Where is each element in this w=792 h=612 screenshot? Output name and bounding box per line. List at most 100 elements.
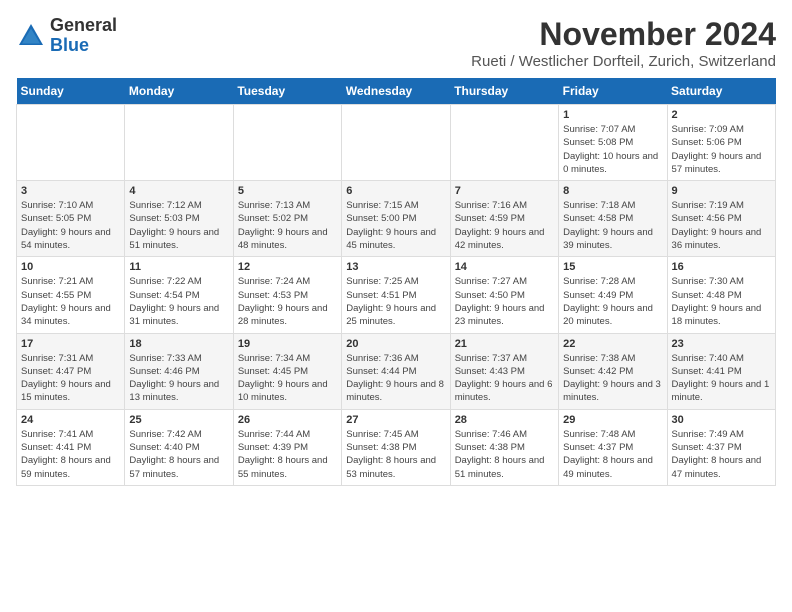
day-info: Sunrise: 7:44 AM Sunset: 4:39 PM Dayligh…	[238, 428, 337, 481]
calendar-cell: 4 Sunrise: 7:12 AM Sunset: 5:03 PM Daylig…	[125, 181, 233, 257]
day-number: 30	[672, 414, 771, 426]
calendar-cell: 3Sunrise: 7:10 AM Sunset: 5:05 PM Daylig…	[17, 181, 125, 257]
day-info: Sunrise: 7:13 AM Sunset: 5:02 PM Dayligh…	[238, 199, 337, 252]
calendar-cell: 1Sunrise: 7:07 AM Sunset: 5:08 PM Daylig…	[559, 105, 667, 181]
calendar-cell: 10 Sunrise: 7:21 AM Sunset: 4:55 PM Dayli…	[17, 257, 125, 333]
calendar-cell: 5 Sunrise: 7:13 AM Sunset: 5:02 PM Daylig…	[233, 181, 341, 257]
day-number: 1	[563, 109, 662, 121]
calendar-cell: 22 Sunrise: 7:38 AM Sunset: 4:42 PM Dayli…	[559, 333, 667, 409]
day-number: 21	[455, 338, 554, 350]
day-number: 28	[455, 414, 554, 426]
day-info: Sunrise: 7:21 AM Sunset: 4:55 PM Dayligh…	[21, 275, 120, 328]
day-number: 10	[21, 261, 120, 273]
day-number: 4	[129, 185, 228, 197]
calendar-cell: 14Sunrise: 7:27 AM Sunset: 4:50 PM Dayli…	[450, 257, 558, 333]
calendar-cell	[450, 105, 558, 181]
logo-icon	[16, 21, 46, 51]
day-info: Sunrise: 7:38 AM Sunset: 4:42 PM Dayligh…	[563, 352, 662, 405]
day-info: Sunrise: 7:16 AM Sunset: 4:59 PM Dayligh…	[455, 199, 554, 252]
main-title: November 2024	[471, 16, 776, 53]
header: General Blue November 2024 Rueti / Westl…	[16, 16, 776, 70]
calendar-cell: 11 Sunrise: 7:22 AM Sunset: 4:54 PM Dayli…	[125, 257, 233, 333]
day-info: Sunrise: 7:22 AM Sunset: 4:54 PM Dayligh…	[129, 275, 228, 328]
day-number: 25	[129, 414, 228, 426]
calendar-cell: 8Sunrise: 7:18 AM Sunset: 4:58 PM Daylig…	[559, 181, 667, 257]
weekday-header-sunday: Sunday	[17, 78, 125, 105]
day-number: 18	[129, 338, 228, 350]
calendar-cell: 25Sunrise: 7:42 AM Sunset: 4:40 PM Dayli…	[125, 409, 233, 485]
calendar-cell: 17 Sunrise: 7:31 AM Sunset: 4:47 PM Dayli…	[17, 333, 125, 409]
calendar-cell: 20Sunrise: 7:36 AM Sunset: 4:44 PM Dayli…	[342, 333, 450, 409]
day-number: 15	[563, 261, 662, 273]
logo-text: General Blue	[50, 16, 117, 56]
weekday-header-row: SundayMondayTuesdayWednesdayThursdayFrid…	[17, 78, 776, 105]
day-number: 16	[672, 261, 771, 273]
day-info: Sunrise: 7:19 AM Sunset: 4:56 PM Dayligh…	[672, 199, 771, 252]
logo-blue: Blue	[50, 36, 117, 56]
day-info: Sunrise: 7:33 AM Sunset: 4:46 PM Dayligh…	[129, 352, 228, 405]
day-info: Sunrise: 7:15 AM Sunset: 5:00 PM Dayligh…	[346, 199, 445, 252]
day-number: 5	[238, 185, 337, 197]
calendar-cell: 29 Sunrise: 7:48 AM Sunset: 4:37 PM Dayli…	[559, 409, 667, 485]
calendar-cell: 9 Sunrise: 7:19 AM Sunset: 4:56 PM Daylig…	[667, 181, 775, 257]
calendar-cell: 27 Sunrise: 7:45 AM Sunset: 4:38 PM Dayli…	[342, 409, 450, 485]
day-info: Sunrise: 7:25 AM Sunset: 4:51 PM Dayligh…	[346, 275, 445, 328]
day-info: Sunrise: 7:24 AM Sunset: 4:53 PM Dayligh…	[238, 275, 337, 328]
calendar-cell	[233, 105, 341, 181]
day-info: Sunrise: 7:12 AM Sunset: 5:03 PM Dayligh…	[129, 199, 228, 252]
calendar-cell	[17, 105, 125, 181]
day-number: 6	[346, 185, 445, 197]
day-number: 3	[21, 185, 120, 197]
logo: General Blue	[16, 16, 117, 56]
weekday-header-friday: Friday	[559, 78, 667, 105]
calendar-cell: 16 Sunrise: 7:30 AM Sunset: 4:48 PM Dayli…	[667, 257, 775, 333]
day-info: Sunrise: 7:28 AM Sunset: 4:49 PM Dayligh…	[563, 275, 662, 328]
day-info: Sunrise: 7:41 AM Sunset: 4:41 PM Dayligh…	[21, 428, 120, 481]
calendar-cell	[342, 105, 450, 181]
calendar-cell: 6 Sunrise: 7:15 AM Sunset: 5:00 PM Daylig…	[342, 181, 450, 257]
logo-general: General	[50, 16, 117, 36]
day-info: Sunrise: 7:30 AM Sunset: 4:48 PM Dayligh…	[672, 275, 771, 328]
weekday-header-monday: Monday	[125, 78, 233, 105]
day-number: 27	[346, 414, 445, 426]
weekday-header-saturday: Saturday	[667, 78, 775, 105]
weekday-header-thursday: Thursday	[450, 78, 558, 105]
calendar-cell: 18 Sunrise: 7:33 AM Sunset: 4:46 PM Dayli…	[125, 333, 233, 409]
day-info: Sunrise: 7:27 AM Sunset: 4:50 PM Dayligh…	[455, 275, 554, 328]
calendar-cell: 2Sunrise: 7:09 AM Sunset: 5:06 PM Daylig…	[667, 105, 775, 181]
day-number: 17	[21, 338, 120, 350]
calendar-cell: 19 Sunrise: 7:34 AM Sunset: 4:45 PM Dayli…	[233, 333, 341, 409]
day-info: Sunrise: 7:45 AM Sunset: 4:38 PM Dayligh…	[346, 428, 445, 481]
weekday-header-tuesday: Tuesday	[233, 78, 341, 105]
day-info: Sunrise: 7:31 AM Sunset: 4:47 PM Dayligh…	[21, 352, 120, 405]
day-number: 11	[129, 261, 228, 273]
weekday-header-wednesday: Wednesday	[342, 78, 450, 105]
day-number: 9	[672, 185, 771, 197]
calendar-cell: 23 Sunrise: 7:40 AM Sunset: 4:41 PM Dayli…	[667, 333, 775, 409]
calendar-week-5: 24 Sunrise: 7:41 AM Sunset: 4:41 PM Dayli…	[17, 409, 776, 485]
title-area: November 2024 Rueti / Westlicher Dorftei…	[471, 16, 776, 70]
calendar-week-2: 3Sunrise: 7:10 AM Sunset: 5:05 PM Daylig…	[17, 181, 776, 257]
day-number: 19	[238, 338, 337, 350]
day-info: Sunrise: 7:09 AM Sunset: 5:06 PM Dayligh…	[672, 123, 771, 176]
calendar-week-4: 17 Sunrise: 7:31 AM Sunset: 4:47 PM Dayli…	[17, 333, 776, 409]
day-number: 12	[238, 261, 337, 273]
day-number: 29	[563, 414, 662, 426]
day-info: Sunrise: 7:40 AM Sunset: 4:41 PM Dayligh…	[672, 352, 771, 405]
day-number: 22	[563, 338, 662, 350]
day-info: Sunrise: 7:46 AM Sunset: 4:38 PM Dayligh…	[455, 428, 554, 481]
day-info: Sunrise: 7:34 AM Sunset: 4:45 PM Dayligh…	[238, 352, 337, 405]
calendar-cell: 24 Sunrise: 7:41 AM Sunset: 4:41 PM Dayli…	[17, 409, 125, 485]
calendar-week-1: 1Sunrise: 7:07 AM Sunset: 5:08 PM Daylig…	[17, 105, 776, 181]
day-number: 24	[21, 414, 120, 426]
day-number: 20	[346, 338, 445, 350]
day-info: Sunrise: 7:48 AM Sunset: 4:37 PM Dayligh…	[563, 428, 662, 481]
day-info: Sunrise: 7:18 AM Sunset: 4:58 PM Dayligh…	[563, 199, 662, 252]
calendar-cell: 28 Sunrise: 7:46 AM Sunset: 4:38 PM Dayli…	[450, 409, 558, 485]
day-info: Sunrise: 7:49 AM Sunset: 4:37 PM Dayligh…	[672, 428, 771, 481]
calendar-cell	[125, 105, 233, 181]
calendar-cell: 7 Sunrise: 7:16 AM Sunset: 4:59 PM Daylig…	[450, 181, 558, 257]
day-number: 23	[672, 338, 771, 350]
day-number: 7	[455, 185, 554, 197]
calendar-cell: 15 Sunrise: 7:28 AM Sunset: 4:49 PM Dayli…	[559, 257, 667, 333]
